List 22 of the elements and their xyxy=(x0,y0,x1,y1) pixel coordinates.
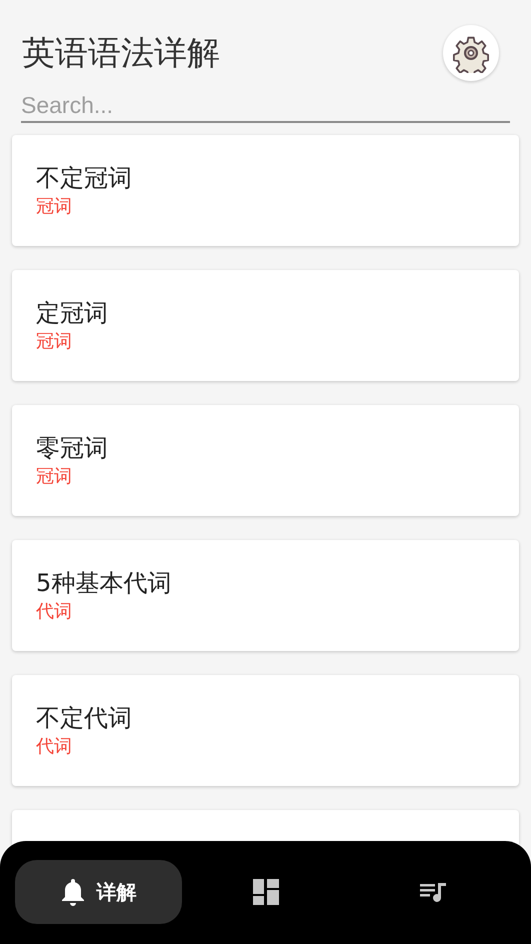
settings-button[interactable] xyxy=(443,25,499,81)
card-title: 定冠词 xyxy=(36,298,108,329)
list-card[interactable]: 不定冠词 冠词 xyxy=(12,135,519,246)
card-title: 不定冠词 xyxy=(36,163,132,194)
app-title: 英语语法详解 xyxy=(22,32,220,74)
nav-tab[interactable]: 详解 xyxy=(15,860,182,924)
card-title: 零冠词 xyxy=(36,433,108,464)
card-title: 5种基本代词 xyxy=(36,568,172,599)
bell-icon xyxy=(60,878,84,906)
list-card[interactable]: 5种基本代词 代词 xyxy=(12,540,519,651)
card-category: 冠词 xyxy=(36,330,72,354)
card-title: 不定代词 xyxy=(36,703,132,734)
card-category: 代词 xyxy=(36,735,72,759)
search-field[interactable]: Search... xyxy=(21,92,510,123)
list-card[interactable]: 定冠词 冠词 xyxy=(12,270,519,381)
playlist-music-icon xyxy=(418,880,446,904)
list-card[interactable]: 零冠词 冠词 xyxy=(12,405,519,516)
list-card[interactable]: 不定代词 代词 xyxy=(12,675,519,786)
card-category: 代词 xyxy=(36,600,72,624)
card-category: 冠词 xyxy=(36,465,72,489)
dashboard-icon xyxy=(252,878,280,906)
card-category: 冠词 xyxy=(36,195,72,219)
